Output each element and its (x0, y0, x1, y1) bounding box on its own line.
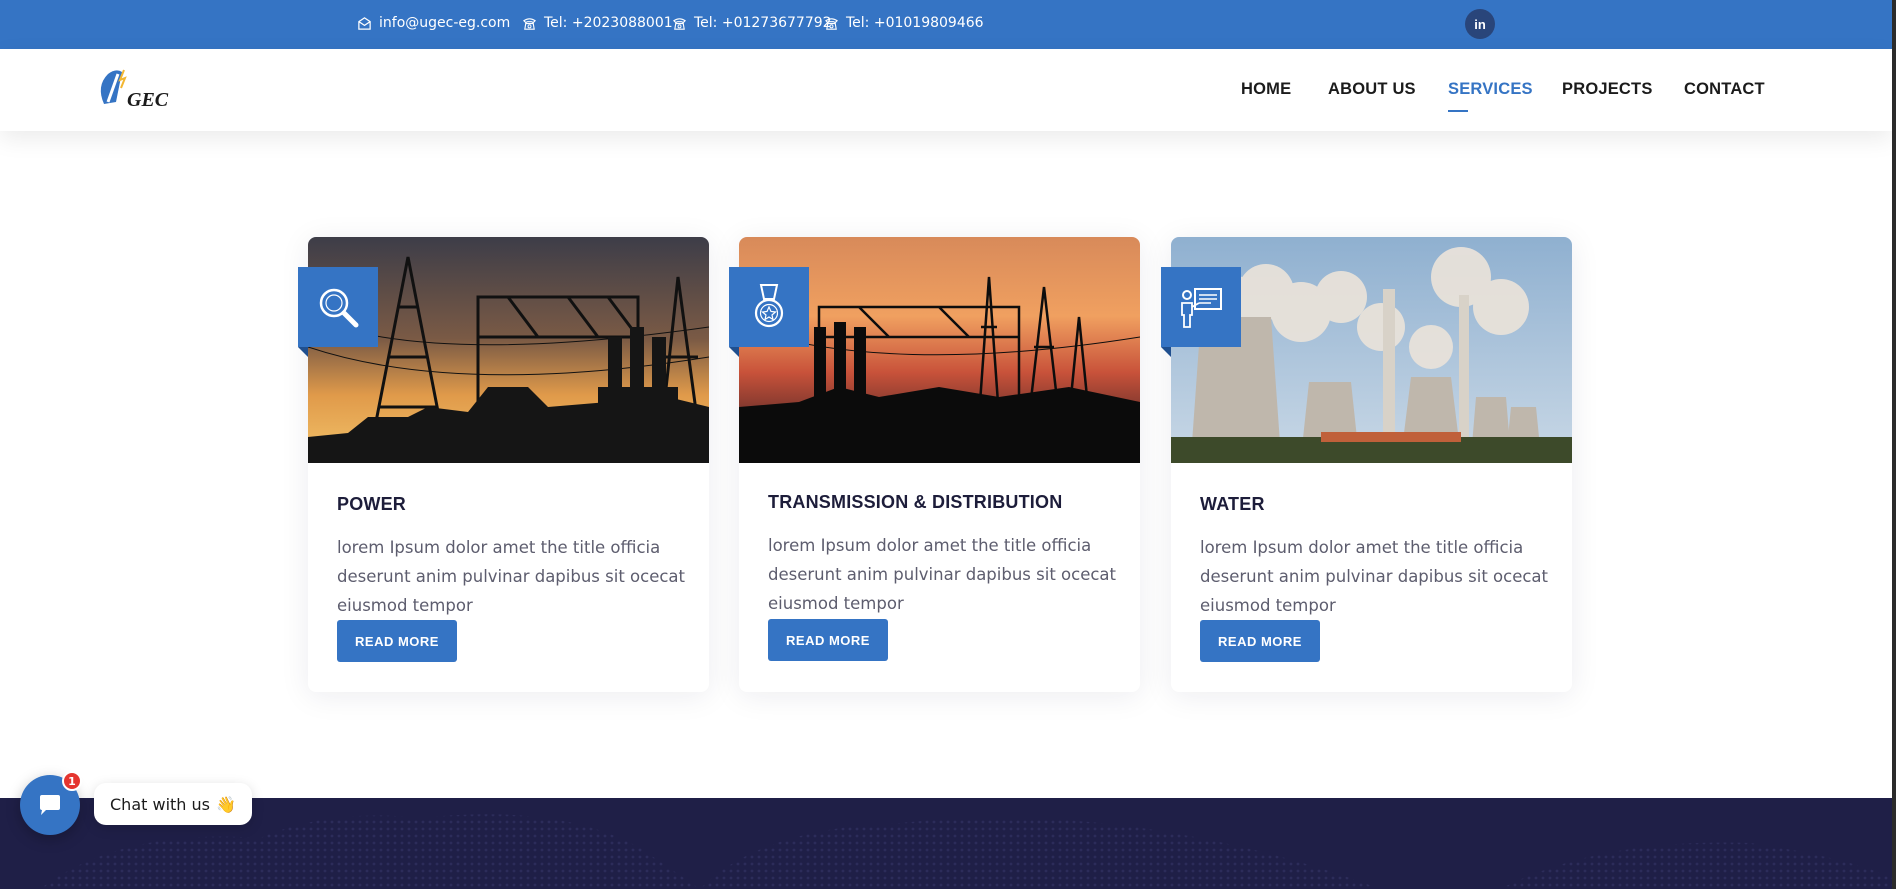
badge-fold (298, 347, 308, 357)
company-logo[interactable]: GEC (94, 66, 172, 112)
service-card-power: POWER lorem Ipsum dolor amet the title o… (298, 237, 709, 692)
service-card-water: WATER lorem Ipsum dolor amet the title o… (1161, 237, 1572, 692)
nav-projects[interactable]: PROJECTS (1562, 80, 1653, 99)
chat-with-us-label[interactable]: Chat with us 👋 (94, 783, 252, 825)
card-title: POWER (337, 494, 407, 514)
nav-about-us[interactable]: ABOUT US (1328, 80, 1416, 99)
email-text: info@ugec-eg.com (379, 15, 511, 31)
card-title: WATER (1200, 494, 1265, 514)
phone-contact-2[interactable]: Tel: +01273677792 (672, 15, 832, 31)
medal-icon (754, 284, 784, 328)
medal-badge (729, 267, 809, 347)
nav-contact[interactable]: CONTACT (1684, 80, 1765, 99)
world-map-dots (40, 814, 1892, 889)
magnifier-badge (298, 267, 378, 347)
service-card-transmission: TRANSMISSION & DISTRIBUTION lorem Ipsum … (729, 237, 1140, 692)
card-description: lorem Ipsum dolor amet the title officia… (337, 538, 685, 615)
phone-icon (672, 17, 687, 30)
phone-icon (824, 17, 839, 30)
card-title: TRANSMISSION & DISTRIBUTION (768, 492, 1063, 512)
top-contact-bar: info@ugec-eg.com Tel: +2023088001 Tel: +… (0, 0, 1892, 49)
badge-fold (1161, 347, 1171, 357)
magnifier-icon (319, 288, 359, 328)
phone-contact-1[interactable]: Tel: +2023088001 (522, 15, 673, 31)
footer-band (0, 798, 1892, 889)
linkedin-icon[interactable]: in (1465, 9, 1495, 39)
read-more-button[interactable]: READ MORE (768, 619, 888, 661)
phone-text-3: Tel: +01019809466 (846, 15, 984, 31)
presenter-icon (1181, 288, 1222, 328)
chat-bubble-icon (40, 795, 60, 815)
waving-hand-icon: 👋 (215, 794, 236, 814)
active-nav-underline (1448, 110, 1468, 112)
nav-home[interactable]: HOME (1241, 80, 1291, 99)
phone-contact-3[interactable]: Tel: +01019809466 (824, 15, 984, 31)
phone-icon (522, 17, 537, 30)
window-edge (1892, 0, 1896, 889)
nav-services[interactable]: SERVICES (1448, 80, 1533, 99)
site-header: GEC HOME ABOUT US SERVICES PROJECTS CONT… (0, 49, 1892, 131)
email-contact[interactable]: info@ugec-eg.com (357, 15, 510, 31)
phone-text-1: Tel: +2023088001 (544, 15, 673, 31)
chat-label-text: Chat with us (110, 794, 210, 814)
email-icon (358, 16, 371, 30)
logo-text: GEC (127, 89, 169, 111)
card-description: lorem Ipsum dolor amet the title officia… (1200, 538, 1548, 615)
read-more-button[interactable]: READ MORE (1200, 620, 1320, 662)
presenter-badge (1161, 267, 1241, 347)
card-description: lorem Ipsum dolor amet the title officia… (768, 536, 1116, 613)
logo-mark-icon: GEC (100, 69, 169, 111)
unread-count-badge: 1 (62, 771, 82, 791)
read-more-button[interactable]: READ MORE (337, 620, 457, 662)
phone-text-2: Tel: +01273677792 (694, 15, 832, 31)
badge-fold (729, 347, 739, 357)
